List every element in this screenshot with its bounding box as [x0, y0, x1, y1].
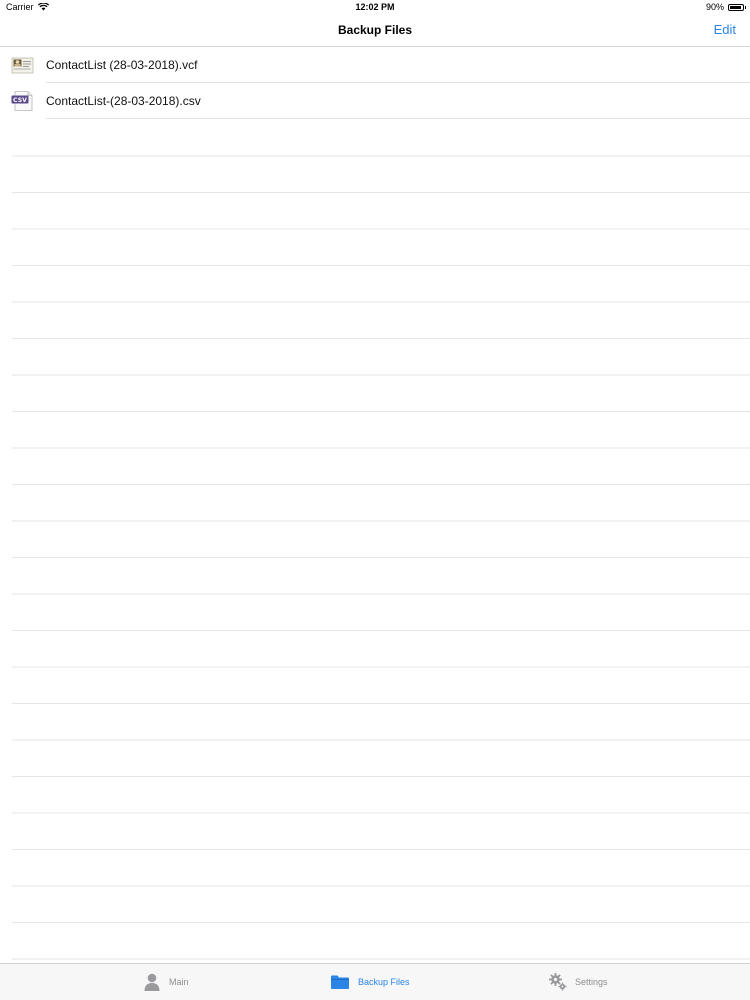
tab-label: Main — [169, 977, 189, 987]
folder-icon — [331, 975, 349, 989]
csv-file-icon: CSV — [11, 91, 33, 111]
page-title: Backup Files — [337, 23, 413, 37]
gears-icon — [549, 973, 567, 991]
tab-bar: Main Backup Files Settings — [0, 963, 750, 1000]
vcf-file-icon — [11, 57, 34, 74]
tab-label: Settings — [575, 977, 608, 987]
list-item[interactable]: ContactList (28-03-2018).vcf — [0, 47, 750, 83]
edit-button[interactable]: Edit — [714, 22, 736, 37]
file-name: ContactList-(28-03-2018).csv — [46, 94, 201, 108]
person-icon — [144, 973, 160, 991]
empty-table-rows — [0, 120, 750, 963]
csv-icon-text: CSV — [13, 97, 27, 104]
battery-icon — [728, 3, 746, 11]
tab-settings[interactable]: Settings — [548, 964, 608, 1000]
battery-percent: 90% — [705, 2, 724, 12]
tab-main[interactable]: Main — [142, 964, 189, 1000]
backup-file-list: ContactList (28-03-2018).vcf CSV Contact… — [0, 47, 750, 119]
status-bar: Carrier 12:02 PM 90% — [0, 0, 750, 16]
status-time: 12:02 PM — [355, 2, 395, 12]
navigation-bar: Backup Files Edit — [0, 16, 750, 47]
file-name: ContactList (28-03-2018).vcf — [46, 58, 198, 72]
tab-backup-files[interactable]: Backup Files — [329, 964, 410, 1000]
list-item[interactable]: CSV ContactList-(28-03-2018).csv — [0, 83, 750, 119]
battery-fill — [730, 5, 741, 9]
tab-label: Backup Files — [358, 977, 410, 987]
